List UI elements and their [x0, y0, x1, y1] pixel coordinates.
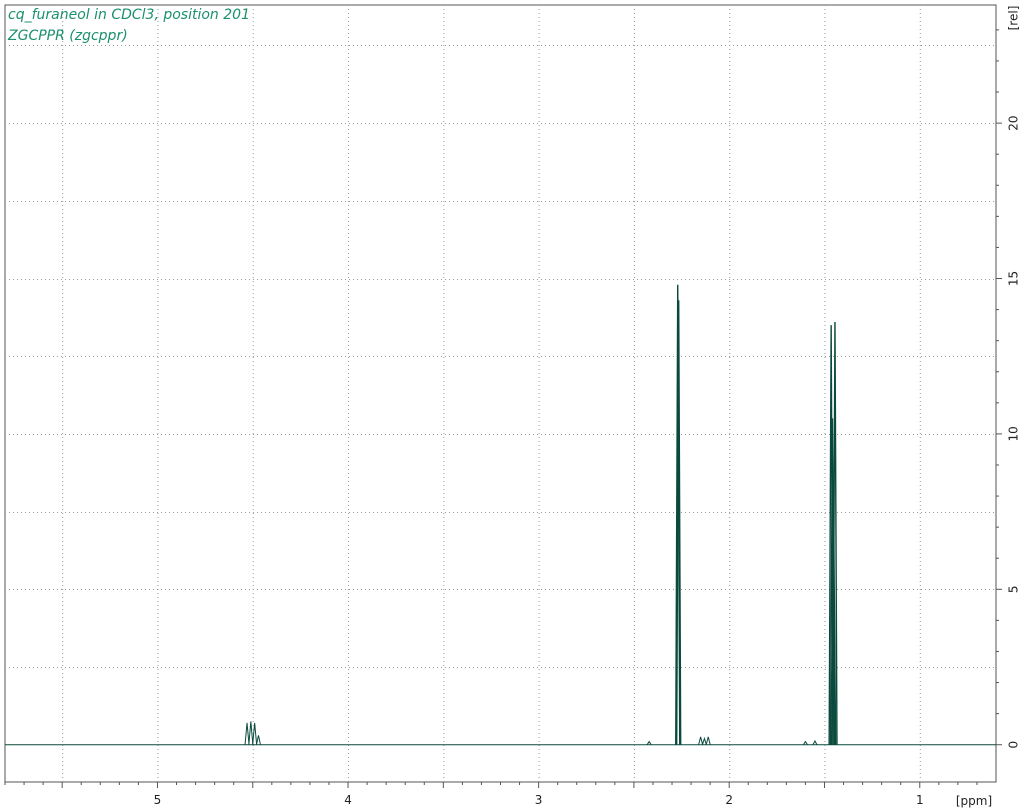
y-tick-label: 15: [1007, 271, 1021, 286]
spectrum-peak: [244, 722, 250, 745]
y-axis-label: [rel]: [1007, 6, 1021, 31]
y-tick-label: 20: [1007, 115, 1021, 130]
spectrum-chart: 5 4 3 2 1 [ppm] 0 5 10 15 20 [rel]: [4, 4, 1021, 808]
spectrum-peak: [252, 722, 258, 745]
x-tick-label: 2: [725, 793, 733, 807]
spectrum-peak: [701, 736, 707, 745]
x-tick-label: 5: [154, 793, 162, 807]
spectrum-peak: [248, 721, 254, 745]
spectrum-peak: [698, 736, 704, 745]
y-tick-label: 0: [1007, 741, 1021, 749]
spectrum-title: cq_furaneol in CDCl3, position 201: [8, 7, 250, 23]
x-tick-label: 3: [535, 793, 543, 807]
spectrum-peak: [255, 735, 261, 745]
x-tick-label: 1: [916, 793, 924, 807]
y-tick-label: 5: [1007, 585, 1021, 593]
spectrum-peak: [705, 736, 711, 745]
y-tick-label: 10: [1007, 426, 1021, 441]
spectrum-peak: [812, 739, 818, 745]
plot-frame: [4, 4, 997, 783]
pulse-program-label: ZGCPPR (zgcppr): [8, 28, 128, 44]
spectrum-viewer: 5 4 3 2 1 [ppm] 0 5 10 15 20 [rel] cq_furaneol in C…: [0, 0, 1027, 811]
x-axis-label: [ppm]: [956, 794, 992, 808]
x-tick-label: 4: [344, 793, 352, 807]
